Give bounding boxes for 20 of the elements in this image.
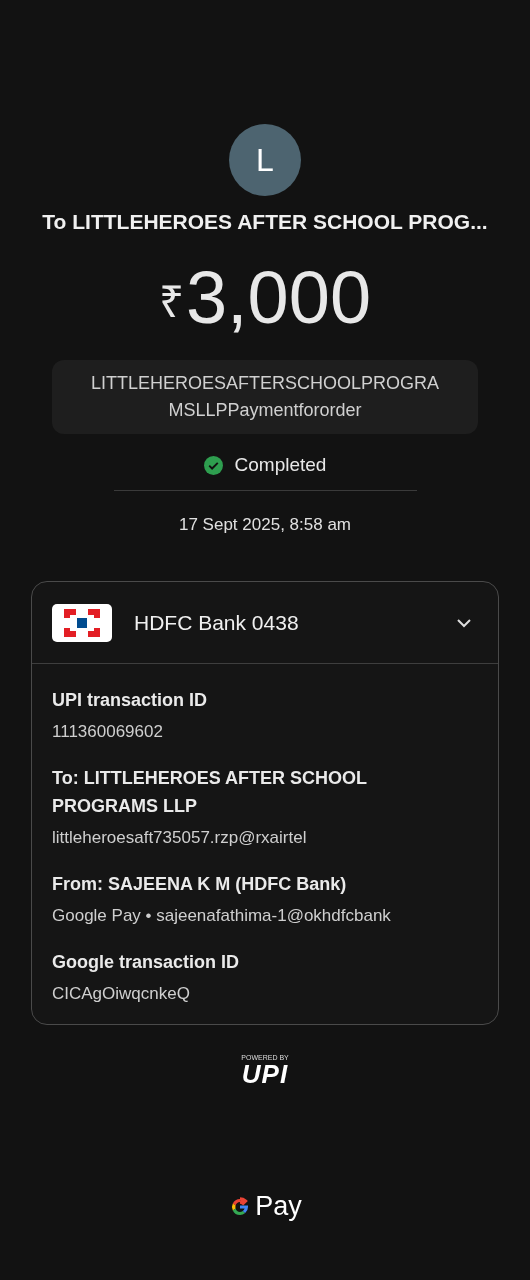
bank-logo-icon [52,603,112,642]
detail-value: 111360069602 [52,721,164,743]
payee-title: To LITTLEHEROES AFTER SCHOOL PROG... [42,210,488,234]
transaction-date: 17 Sept 2025, 8:58 am [179,515,351,535]
detail-label: Google transaction ID [52,951,241,974]
detail-value: littleheroesaft735057.rzp@rxairtel [52,827,308,849]
status-label: Completed [234,454,327,476]
detail-label: To: LITTLEHEROES AFTER SCHOOL PROGRAMS LLP [52,767,368,818]
payment-note: LITTLEHEROESAFTERSCHOOLPROGRA MSLLPPaymentfororder [52,360,478,434]
detail-value: Google Pay • sajeenafathima-1@okhdfcbank [52,905,392,927]
detail-label: UPI transaction ID [52,689,209,712]
detail-value: CICAgOiwqcnkeQ [52,983,191,1005]
detail-label: From: SAJEENA K M (HDFC Bank) [52,873,348,896]
chevron-icon[interactable] [456,617,472,628]
amount: 3,000 [185,256,372,340]
bank-account: HDFC Bank 0438 [134,610,300,635]
upi-logo: UPI [241,1061,289,1087]
currency-symbol: ₹ [158,276,184,328]
pay-wordmark: Pay [255,1191,302,1222]
avatar: L [229,124,301,196]
